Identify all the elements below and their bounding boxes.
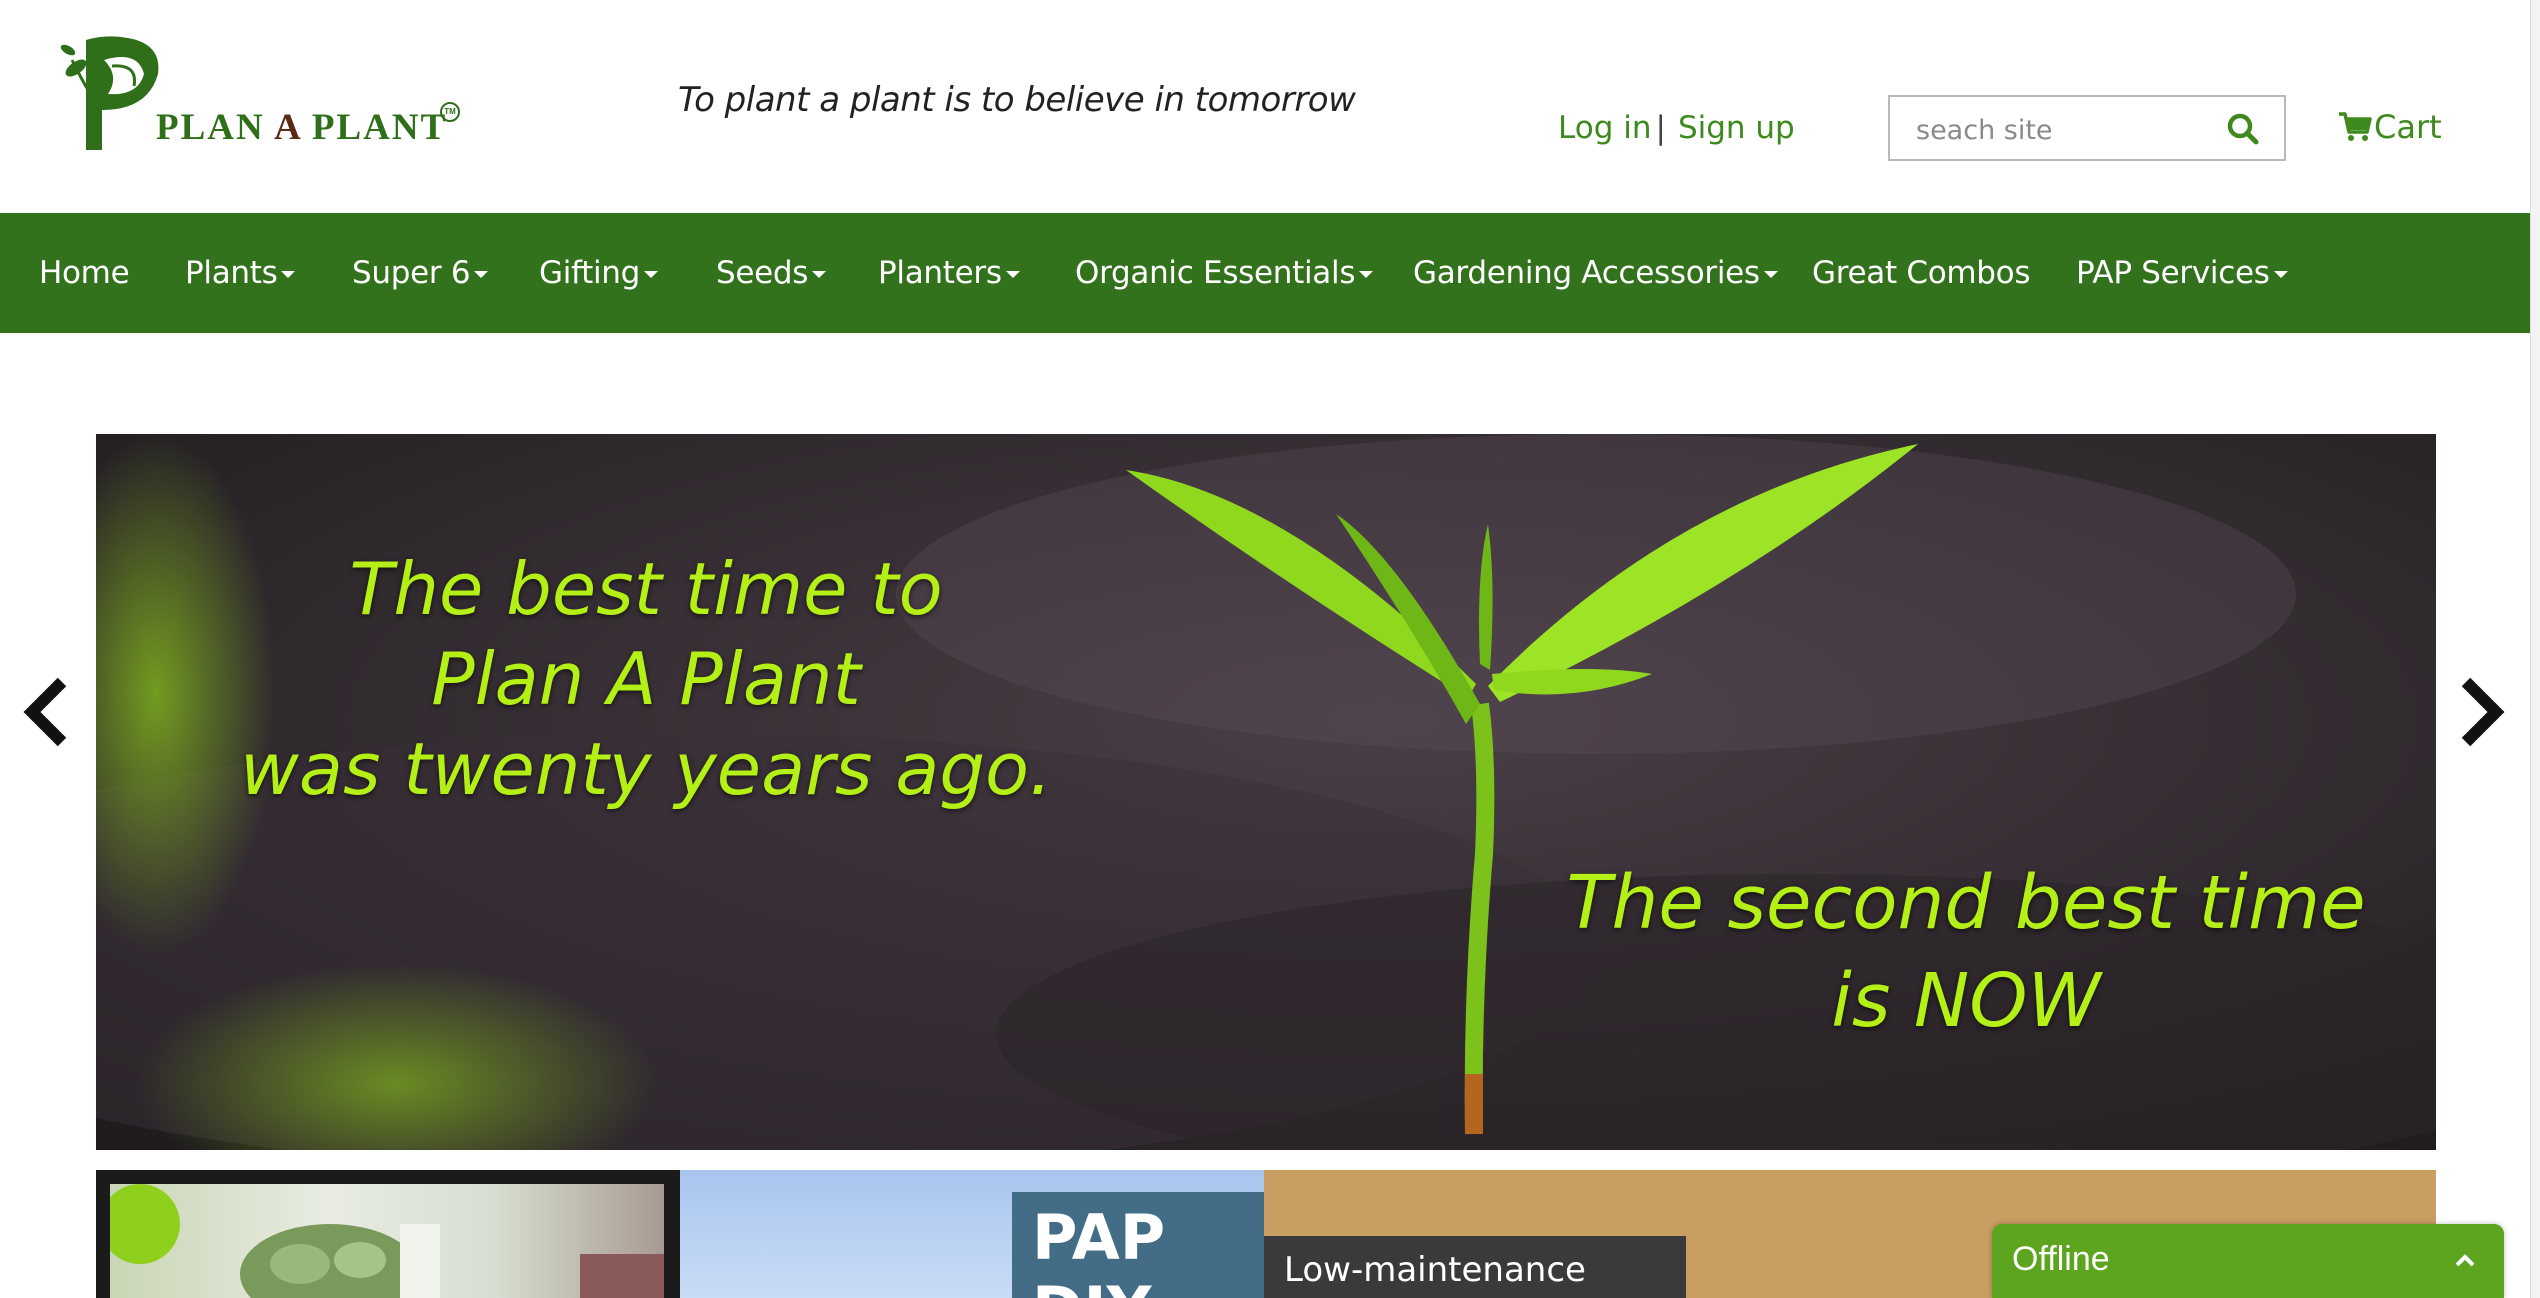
cart-icon	[2339, 112, 2372, 141]
nav-item-great-combos[interactable]: Great Combos	[1812, 213, 2030, 333]
nav-item-label: Gifting	[539, 255, 640, 291]
site-search	[1888, 95, 2286, 161]
hero-line: The best time to	[349, 547, 943, 631]
nav-item-label: Gardening Accessories	[1413, 255, 1760, 291]
hero-line: The second best time	[1566, 860, 2366, 946]
hero-line: Plan A Plant	[431, 637, 861, 721]
auth-links: Log in | Sign up	[1558, 110, 1795, 146]
hero-quote-part2: The second best time is NOW	[1516, 854, 2416, 1050]
nav-item-label: Super 6	[352, 255, 471, 291]
main-navigation: Home Plants Super 6 Gifting Seeds Plante…	[0, 213, 2530, 333]
caret-down-icon	[2273, 271, 2288, 278]
nav-item-planters[interactable]: Planters	[878, 213, 1020, 333]
diy-line: DIY	[1032, 1274, 1165, 1298]
chevron-up-icon[interactable]	[2452, 1248, 2478, 1274]
search-input[interactable]	[1914, 111, 2208, 149]
search-icon	[2227, 113, 2259, 145]
succulent-illustration	[100, 1184, 664, 1298]
nav-item-home[interactable]: Home	[39, 213, 130, 333]
nav-item-organic-essentials[interactable]: Organic Essentials	[1075, 213, 1374, 333]
nav-item-label: Seeds	[716, 255, 809, 291]
auth-separator: |	[1655, 110, 1666, 146]
nav-item-label: Great Combos	[1812, 255, 2031, 291]
nav-item-label: Organic Essentials	[1075, 255, 1356, 291]
cart-link[interactable]: Cart	[2338, 104, 2442, 150]
carousel-prev-button[interactable]	[22, 676, 72, 748]
caret-down-icon	[644, 271, 658, 278]
nav-item-label: Plants	[185, 255, 278, 291]
nav-item-plants[interactable]: Plants	[185, 213, 296, 333]
cart-label: Cart	[2374, 108, 2442, 146]
site-header: PLAN A PLANT TM To plant a plant is to b…	[0, 0, 2530, 213]
site-tagline: To plant a plant is to believe in tomorr…	[678, 80, 1356, 120]
nav-item-pap-services[interactable]: PAP Services	[2076, 213, 2288, 333]
carousel-next-button[interactable]	[2456, 676, 2506, 748]
succulent-planter-image	[100, 1184, 664, 1298]
caret-down-icon	[1359, 271, 1374, 278]
promo-tile-pap-diy[interactable]: PAP DIY	[680, 1170, 1264, 1298]
nav-item-seeds[interactable]: Seeds	[716, 213, 827, 333]
nav-item-label: PAP Services	[2076, 255, 2270, 291]
search-button[interactable]	[2222, 109, 2266, 149]
trademark-mark: TM	[440, 102, 460, 122]
pap-diy-label-box: PAP DIY	[1012, 1192, 1264, 1298]
nav-item-gardening-accessories[interactable]: Gardening Accessories	[1413, 213, 1778, 333]
chevron-right-icon	[2461, 677, 2505, 747]
nav-item-gifting[interactable]: Gifting	[539, 213, 658, 333]
signup-link[interactable]: Sign up	[1678, 110, 1795, 146]
pap-diy-text: PAP DIY	[1032, 1202, 1165, 1298]
chevron-left-icon	[23, 677, 67, 747]
page-scrollbar[interactable]	[2530, 0, 2540, 1298]
hero-line: was twenty years ago.	[240, 727, 1052, 811]
caret-down-icon	[1005, 271, 1020, 278]
caret-down-icon	[812, 271, 827, 278]
nav-item-label: Home	[39, 255, 130, 291]
hero-quote-part1: The best time to Plan A Plant was twenty…	[216, 544, 1076, 814]
caret-down-icon	[1763, 271, 1778, 278]
hero-line: is NOW	[1831, 958, 2101, 1044]
caret-down-icon	[281, 271, 296, 278]
logo-wordmark: PLAN A PLANT	[156, 107, 448, 148]
nav-item-super-6[interactable]: Super 6	[352, 213, 489, 333]
promo-tile-succulents[interactable]	[96, 1170, 680, 1298]
low-maintenance-label-box: Low-maintenance	[1264, 1236, 1686, 1298]
site-logo[interactable]: PLAN A PLANT TM	[58, 30, 468, 160]
caret-down-icon	[474, 271, 489, 278]
login-link[interactable]: Log in	[1558, 110, 1651, 146]
low-maintenance-text: Low-maintenance	[1284, 1250, 1586, 1290]
chat-widget[interactable]: Offline	[1992, 1224, 2504, 1298]
chat-status-label: Offline	[2012, 1240, 2110, 1278]
hero-banner[interactable]: The best time to Plan A Plant was twenty…	[96, 434, 2436, 1150]
pap-line: PAP	[1032, 1201, 1166, 1274]
nav-item-label: Planters	[878, 255, 1002, 291]
